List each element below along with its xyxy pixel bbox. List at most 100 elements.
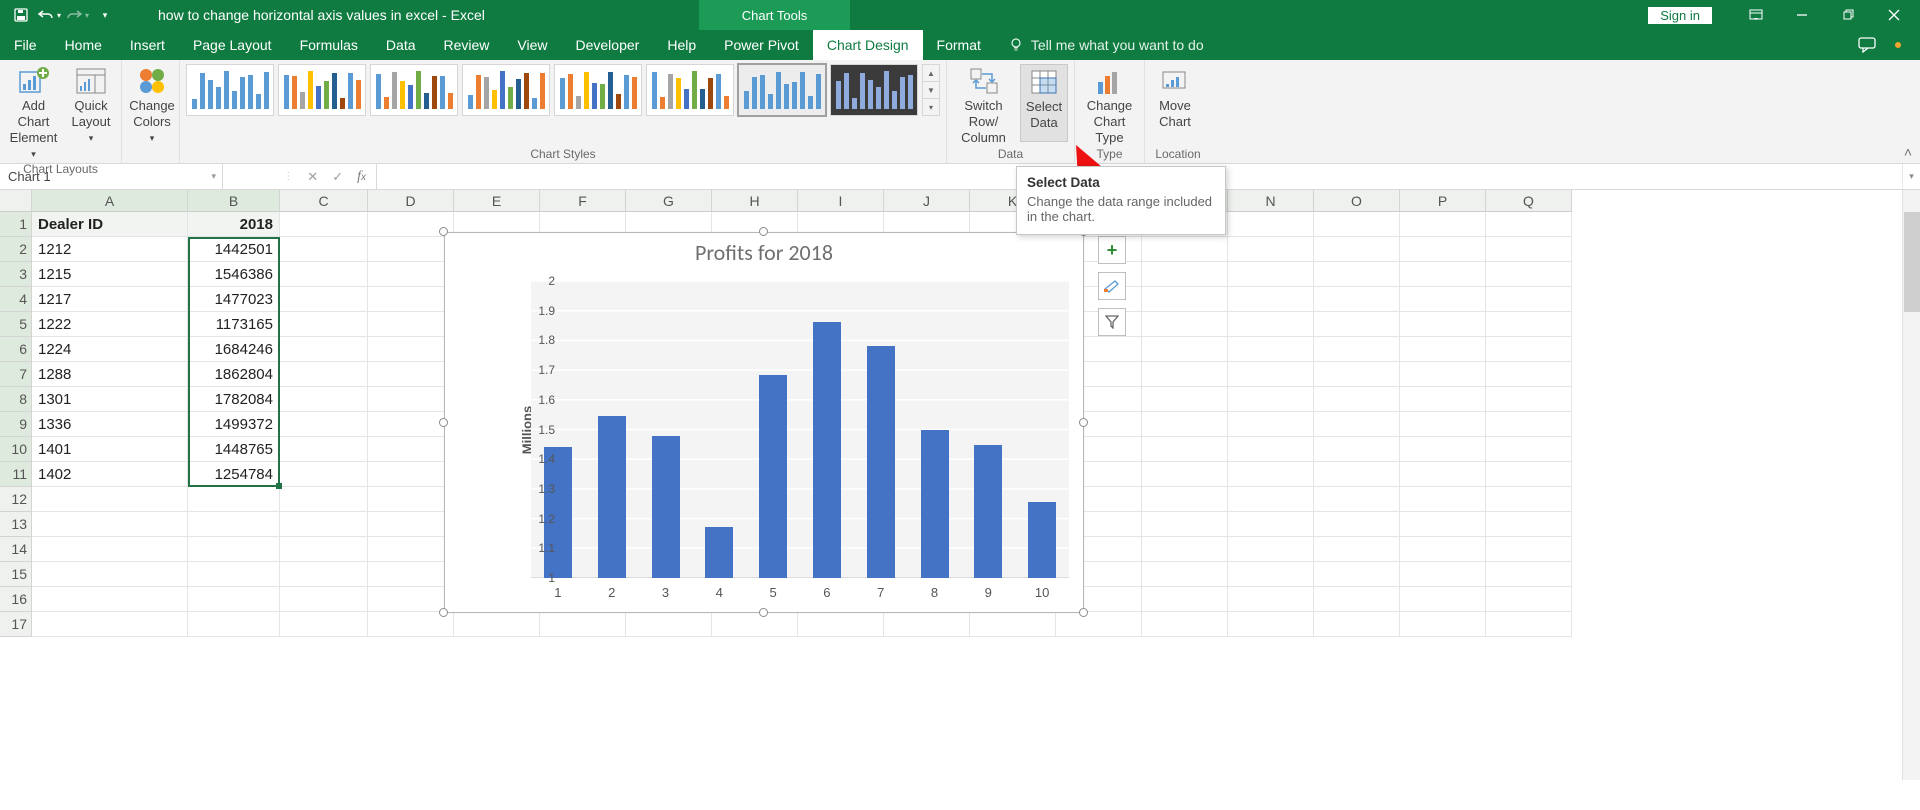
- cell-M3[interactable]: [1142, 262, 1228, 287]
- bar-10[interactable]: [1028, 502, 1056, 578]
- cell-Q14[interactable]: [1486, 537, 1572, 562]
- column-header-C[interactable]: C: [280, 190, 368, 212]
- cell-O14[interactable]: [1314, 537, 1400, 562]
- cell-M17[interactable]: [1142, 612, 1228, 637]
- ribbon-display-options[interactable]: [1734, 1, 1778, 29]
- quick-layout-button[interactable]: Quick Layout ▾: [67, 64, 115, 146]
- cell-M15[interactable]: [1142, 562, 1228, 587]
- cell-O9[interactable]: [1314, 412, 1400, 437]
- cell-A10[interactable]: 1401: [32, 437, 188, 462]
- bar-5[interactable]: [759, 375, 787, 578]
- row-header-16[interactable]: 16: [0, 587, 32, 612]
- chart-style-8[interactable]: [830, 64, 918, 116]
- tab-view[interactable]: View: [503, 30, 561, 60]
- cell-A6[interactable]: 1224: [32, 337, 188, 362]
- cell-C6[interactable]: [280, 337, 368, 362]
- chart-elements-button[interactable]: +: [1098, 236, 1126, 264]
- row-header-3[interactable]: 3: [0, 262, 32, 287]
- cell-P15[interactable]: [1400, 562, 1486, 587]
- cell-A8[interactable]: 1301: [32, 387, 188, 412]
- add-chart-element-button[interactable]: Add Chart Element ▾: [6, 64, 61, 162]
- cell-N9[interactable]: [1228, 412, 1314, 437]
- cell-B14[interactable]: [188, 537, 280, 562]
- cell-Q3[interactable]: [1486, 262, 1572, 287]
- cell-Q2[interactable]: [1486, 237, 1572, 262]
- cell-D5[interactable]: [368, 312, 454, 337]
- chart-title[interactable]: Profits for 2018: [445, 233, 1083, 266]
- plot-area[interactable]: Millions 11.11.21.31.41.51.61.71.81.9212…: [501, 281, 1069, 578]
- bar-6[interactable]: [813, 322, 841, 578]
- cell-M11[interactable]: [1142, 462, 1228, 487]
- cell-B12[interactable]: [188, 487, 280, 512]
- cell-D2[interactable]: [368, 237, 454, 262]
- column-header-N[interactable]: N: [1228, 190, 1314, 212]
- tab-developer[interactable]: Developer: [562, 30, 654, 60]
- cell-B8[interactable]: 1782084: [188, 387, 280, 412]
- row-header-4[interactable]: 4: [0, 287, 32, 312]
- cell-Q13[interactable]: [1486, 512, 1572, 537]
- column-header-H[interactable]: H: [712, 190, 798, 212]
- cell-I17[interactable]: [798, 612, 884, 637]
- sign-in-button[interactable]: Sign in: [1648, 7, 1712, 24]
- row-header-14[interactable]: 14: [0, 537, 32, 562]
- redo-button[interactable]: ▾: [64, 3, 90, 27]
- vertical-scrollbar[interactable]: [1902, 190, 1920, 780]
- cell-P1[interactable]: [1400, 212, 1486, 237]
- cell-N4[interactable]: [1228, 287, 1314, 312]
- cell-D15[interactable]: [368, 562, 454, 587]
- row-header-9[interactable]: 9: [0, 412, 32, 437]
- cell-D4[interactable]: [368, 287, 454, 312]
- cell-N11[interactable]: [1228, 462, 1314, 487]
- cell-B2[interactable]: 1442501: [188, 237, 280, 262]
- chart-resize-handle[interactable]: [759, 227, 768, 236]
- move-chart-button[interactable]: Move Chart: [1151, 64, 1199, 142]
- bar-3[interactable]: [652, 436, 680, 578]
- select-data-button[interactable]: Select Data: [1020, 64, 1068, 142]
- cell-D8[interactable]: [368, 387, 454, 412]
- cell-N14[interactable]: [1228, 537, 1314, 562]
- cell-P6[interactable]: [1400, 337, 1486, 362]
- cell-Q17[interactable]: [1486, 612, 1572, 637]
- cell-C14[interactable]: [280, 537, 368, 562]
- column-header-D[interactable]: D: [368, 190, 454, 212]
- chart-resize-handle[interactable]: [439, 418, 448, 427]
- cell-N3[interactable]: [1228, 262, 1314, 287]
- cell-C1[interactable]: [280, 212, 368, 237]
- cell-M7[interactable]: [1142, 362, 1228, 387]
- tab-chart-design[interactable]: Chart Design: [813, 30, 923, 60]
- row-header-10[interactable]: 10: [0, 437, 32, 462]
- cell-Q5[interactable]: [1486, 312, 1572, 337]
- tab-format[interactable]: Format: [923, 30, 995, 60]
- cell-A16[interactable]: [32, 587, 188, 612]
- cell-Q12[interactable]: [1486, 487, 1572, 512]
- cell-O7[interactable]: [1314, 362, 1400, 387]
- row-header-1[interactable]: 1: [0, 212, 32, 237]
- cell-A3[interactable]: 1215: [32, 262, 188, 287]
- cell-O1[interactable]: [1314, 212, 1400, 237]
- tab-data[interactable]: Data: [372, 30, 430, 60]
- cell-C9[interactable]: [280, 412, 368, 437]
- column-header-P[interactable]: P: [1400, 190, 1486, 212]
- column-header-J[interactable]: J: [884, 190, 970, 212]
- cell-M2[interactable]: [1142, 237, 1228, 262]
- cell-E17[interactable]: [454, 612, 540, 637]
- cell-P11[interactable]: [1400, 462, 1486, 487]
- cell-B17[interactable]: [188, 612, 280, 637]
- column-header-B[interactable]: B: [188, 190, 280, 212]
- cell-A2[interactable]: 1212: [32, 237, 188, 262]
- cell-A14[interactable]: [32, 537, 188, 562]
- cell-M6[interactable]: [1142, 337, 1228, 362]
- style-gallery-more[interactable]: ▾: [923, 99, 939, 115]
- cell-M8[interactable]: [1142, 387, 1228, 412]
- cell-A1[interactable]: Dealer ID: [32, 212, 188, 237]
- bar-8[interactable]: [921, 430, 949, 578]
- cell-D14[interactable]: [368, 537, 454, 562]
- cell-M10[interactable]: [1142, 437, 1228, 462]
- chart-style-6[interactable]: [646, 64, 734, 116]
- cell-G17[interactable]: [626, 612, 712, 637]
- cell-B15[interactable]: [188, 562, 280, 587]
- name-box[interactable]: Chart 1: [0, 164, 223, 189]
- cell-P5[interactable]: [1400, 312, 1486, 337]
- cell-M4[interactable]: [1142, 287, 1228, 312]
- cell-Q1[interactable]: [1486, 212, 1572, 237]
